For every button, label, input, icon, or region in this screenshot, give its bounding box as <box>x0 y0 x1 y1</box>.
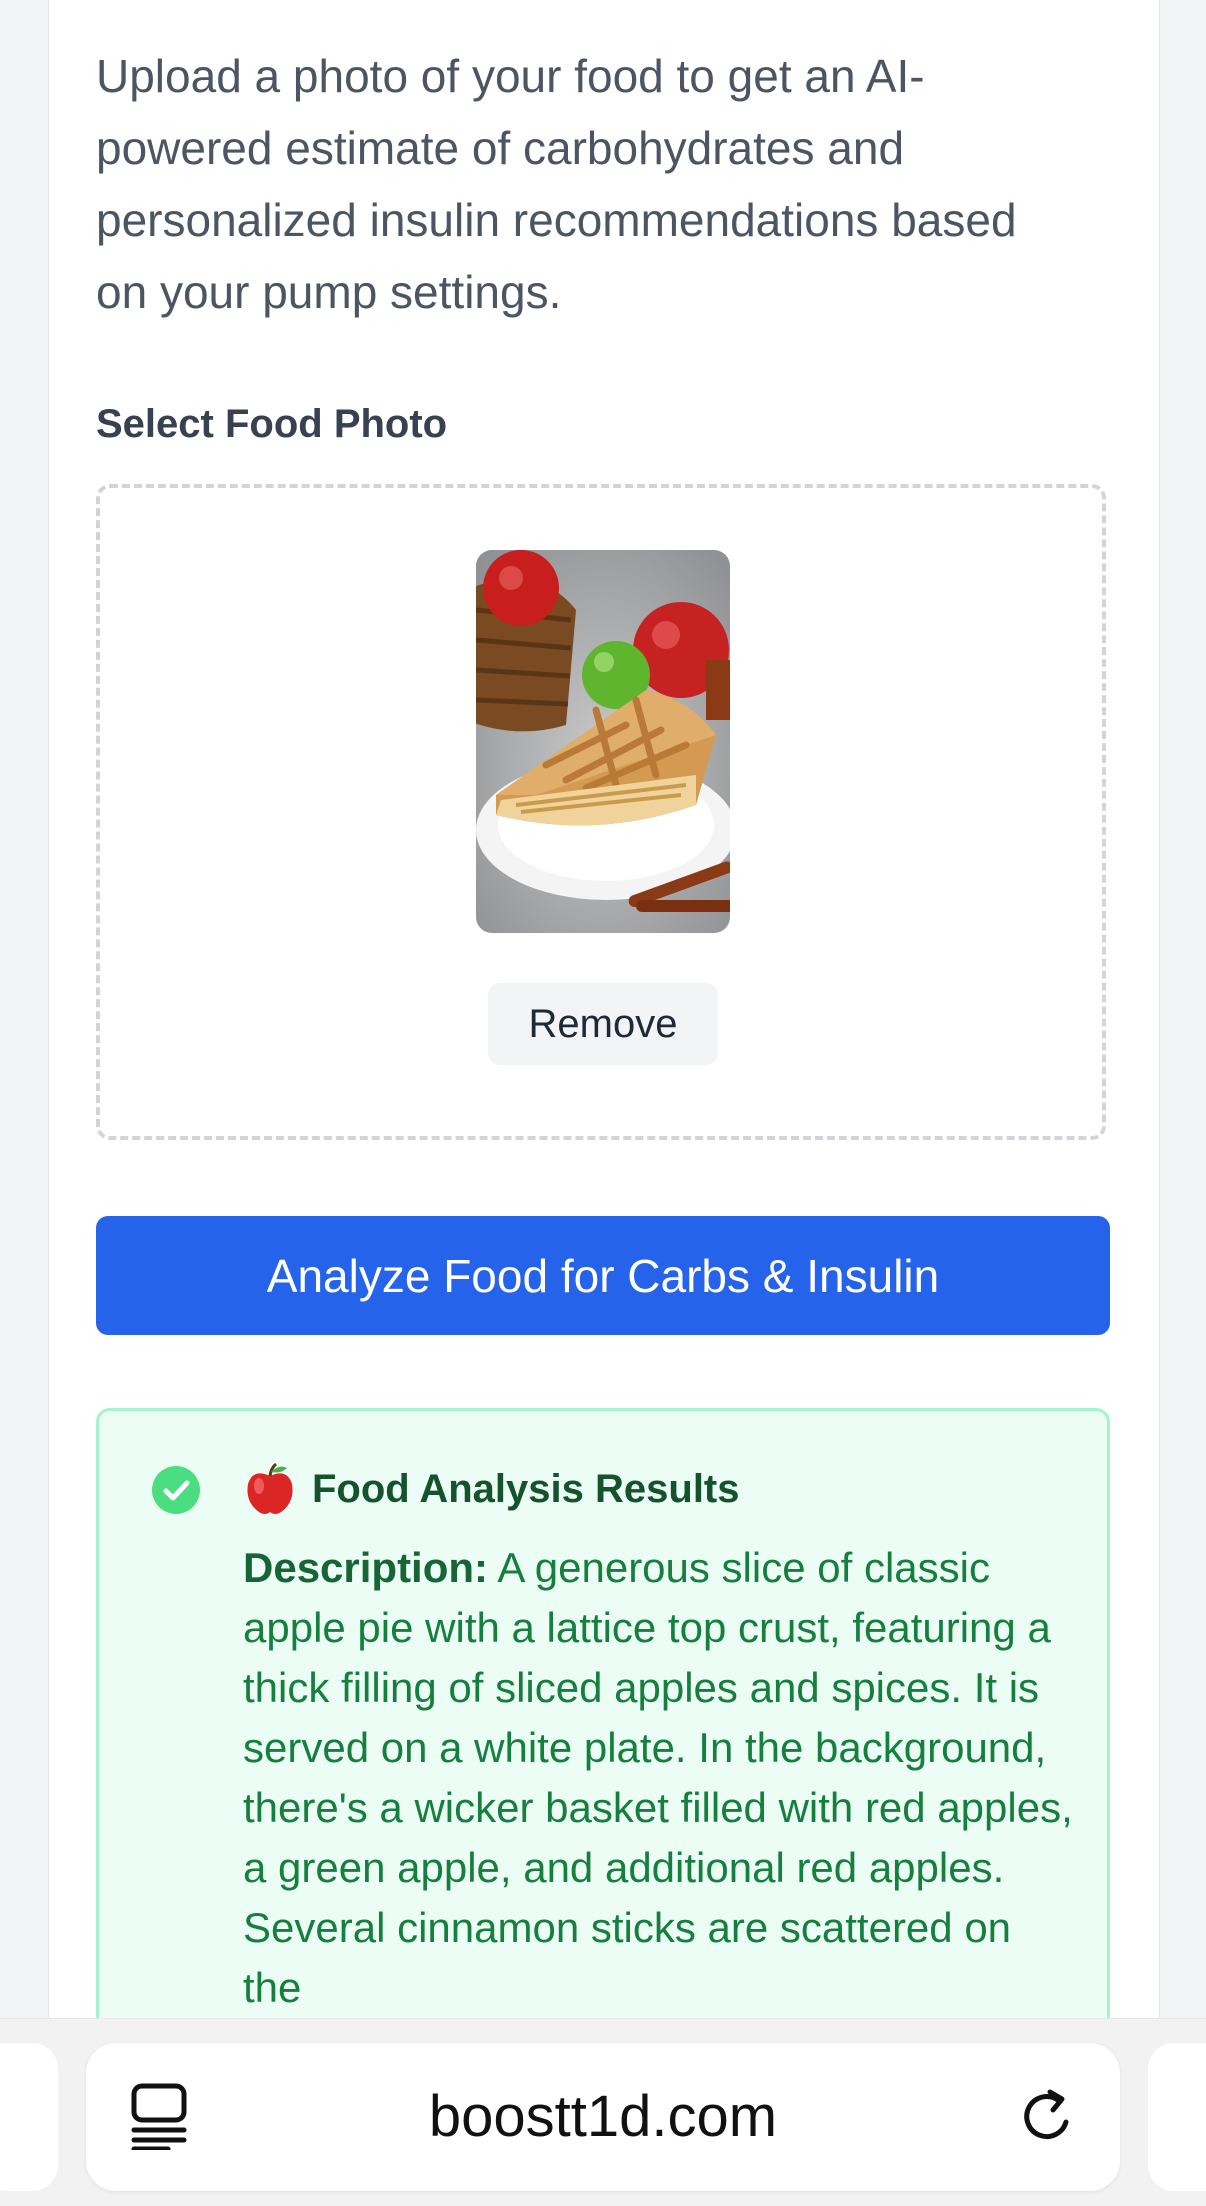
next-tab-pill[interactable] <box>1148 2043 1206 2191</box>
check-circle-icon <box>152 1466 200 1514</box>
previous-tab-pill[interactable] <box>0 2043 58 2191</box>
tabs-icon[interactable] <box>128 2082 190 2152</box>
select-photo-label: Select Food Photo <box>96 402 448 446</box>
red-apple-icon <box>243 1462 297 1516</box>
url-text[interactable]: boostt1d.com <box>200 2076 1006 2158</box>
description-text: A generous slice of classic apple pie wi… <box>243 1544 1073 2011</box>
food-photo-preview <box>476 550 730 933</box>
description-label: Description: <box>243 1544 489 1591</box>
results-title: Food Analysis Results <box>312 1467 740 1511</box>
analyze-food-button[interactable]: Analyze Food for Carbs & Insulin <box>96 1216 1110 1335</box>
reload-icon[interactable] <box>1016 2084 1080 2148</box>
intro-text: Upload a photo of your food to get an AI… <box>96 50 1017 318</box>
results-description: Description: A generous slice of classic… <box>243 1538 1073 2018</box>
remove-photo-button[interactable]: Remove <box>488 983 718 1065</box>
